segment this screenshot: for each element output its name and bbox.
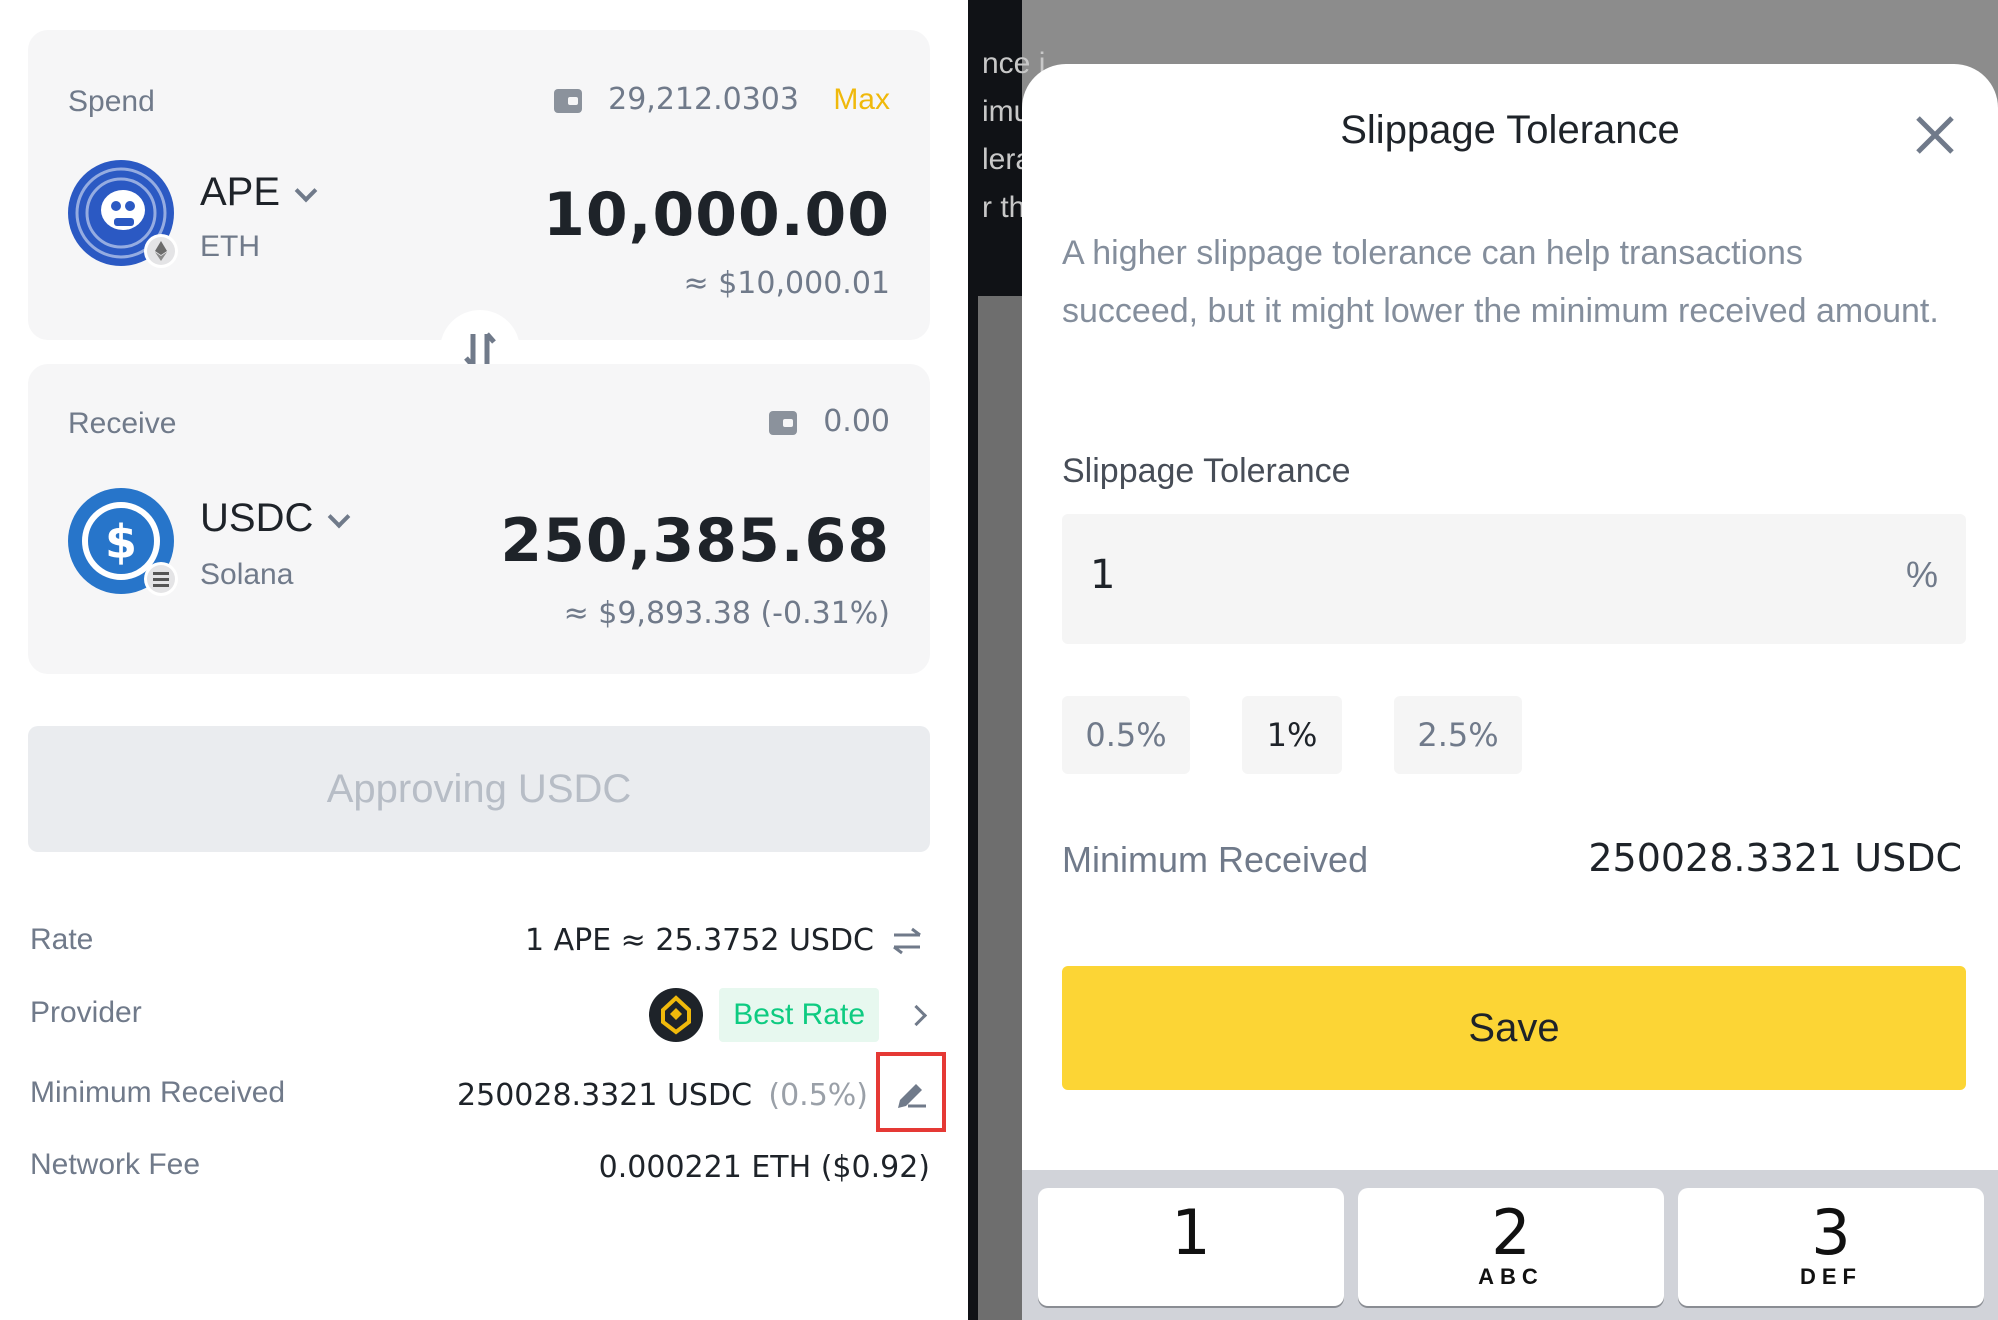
edit-icon — [898, 1084, 926, 1108]
wallet-icon — [768, 411, 797, 436]
receive-balance: 0.00 — [823, 404, 890, 439]
spend-balance-row: 29,212.0303 Max — [553, 82, 890, 117]
spend-card: Spend 29,212.0303 Max APE ETH 10,000.00 — [28, 30, 930, 340]
swap-rate-icon[interactable] — [890, 926, 924, 956]
spend-usd-value: ≈ $10,000.01 — [683, 266, 890, 301]
background-dim — [978, 296, 1022, 1320]
receive-coin-name: USDC — [200, 496, 314, 540]
modal-title: Slippage Tolerance — [1340, 108, 1680, 152]
swap-panel: Spend 29,212.0303 Max APE ETH 10,000.00 — [0, 0, 968, 1320]
min-received-pct: (0.5%) — [768, 1078, 868, 1113]
spend-network: ETH — [200, 230, 260, 263]
close-icon[interactable] — [1912, 112, 1958, 158]
modal-description: A higher slippage tolerance can help tra… — [1062, 234, 1939, 330]
max-button[interactable]: Max — [833, 83, 890, 116]
spend-amount[interactable]: 10,000.00 — [543, 180, 890, 250]
percent-unit: % — [1905, 554, 1938, 595]
key-letters: ABC — [1478, 1264, 1544, 1289]
chevron-down-icon — [328, 505, 351, 529]
slippage-option-2-5[interactable]: 2.5% — [1394, 696, 1522, 774]
key-3[interactable]: 3 DEF — [1678, 1188, 1984, 1306]
slippage-option-1[interactable]: 1% — [1242, 696, 1342, 774]
rate-value: 1 APE ≈ 25.3752 USDC — [524, 923, 874, 958]
eth-network-badge — [144, 234, 178, 268]
key-1[interactable]: 1 — [1038, 1188, 1344, 1306]
slippage-option-0-5[interactable]: 0.5% — [1062, 696, 1190, 774]
receive-network: Solana — [200, 558, 294, 591]
min-received-row: 250028.3321 USDC (0.5%) — [457, 1078, 868, 1113]
receive-balance-row: 0.00 — [768, 404, 890, 439]
min-received-label: Minimum Received — [30, 1076, 286, 1109]
network-fee-label: Network Fee — [30, 1148, 201, 1181]
receive-amount: 250,385.68 — [500, 506, 890, 576]
ape-coin-icon[interactable] — [68, 160, 178, 268]
edit-slippage-button[interactable] — [876, 1052, 946, 1132]
min-received-value: 250028.3321 USDC — [457, 1078, 753, 1113]
spend-coin-name: APE — [200, 170, 281, 214]
slippage-sheet: Slippage Tolerance A higher slippage tol… — [1022, 64, 1998, 1320]
key-digit: 2 — [1491, 1196, 1531, 1269]
network-fee-value: 0.000221 ETH ($0.92) — [598, 1150, 930, 1185]
spend-balance: 29,212.0303 — [608, 82, 799, 117]
svg-text:$: $ — [105, 515, 137, 569]
solana-network-badge — [144, 562, 178, 596]
provider-row[interactable]: Best Rate — [649, 988, 928, 1042]
provider-label: Provider — [30, 996, 142, 1029]
chevron-down-icon — [294, 179, 318, 203]
wallet-icon — [553, 89, 582, 114]
key-2[interactable]: 2 ABC — [1358, 1188, 1664, 1306]
slippage-modal-screen: nce i imu lera r the Slippage Tolerance … — [978, 0, 1998, 1320]
approving-button[interactable]: Approving USDC — [28, 726, 930, 852]
modal-min-received-value: 250028.3321 USDC — [1588, 836, 1962, 880]
receive-usd-value: ≈ $9,893.38 (-0.31%) — [563, 596, 890, 631]
best-rate-badge: Best Rate — [719, 988, 879, 1042]
spend-label: Spend — [68, 85, 155, 118]
chevron-right-icon — [905, 1004, 928, 1026]
receive-card: Receive 0.00 $ USDC Solana 250,385.68 ≈ … — [28, 364, 930, 674]
key-digit: 3 — [1811, 1196, 1851, 1269]
save-button[interactable]: Save — [1062, 966, 1966, 1090]
rate-row: 1 APE ≈ 25.3752 USDC — [525, 923, 924, 958]
rate-label: Rate — [30, 923, 94, 956]
slippage-input[interactable]: 1 % — [1062, 514, 1966, 644]
spend-coin-selector[interactable]: APE — [200, 170, 318, 215]
slippage-input-value: 1 — [1090, 552, 1116, 598]
receive-coin-selector[interactable]: USDC — [200, 496, 351, 541]
key-letters: DEF — [1800, 1264, 1862, 1289]
binance-logo-icon — [649, 988, 704, 1042]
receive-label: Receive — [68, 407, 177, 440]
modal-min-received-label: Minimum Received — [1062, 839, 1369, 880]
slippage-field-label: Slippage Tolerance — [1062, 452, 1351, 490]
key-digit: 1 — [1171, 1196, 1211, 1269]
usdc-coin-icon[interactable]: $ — [68, 488, 178, 596]
